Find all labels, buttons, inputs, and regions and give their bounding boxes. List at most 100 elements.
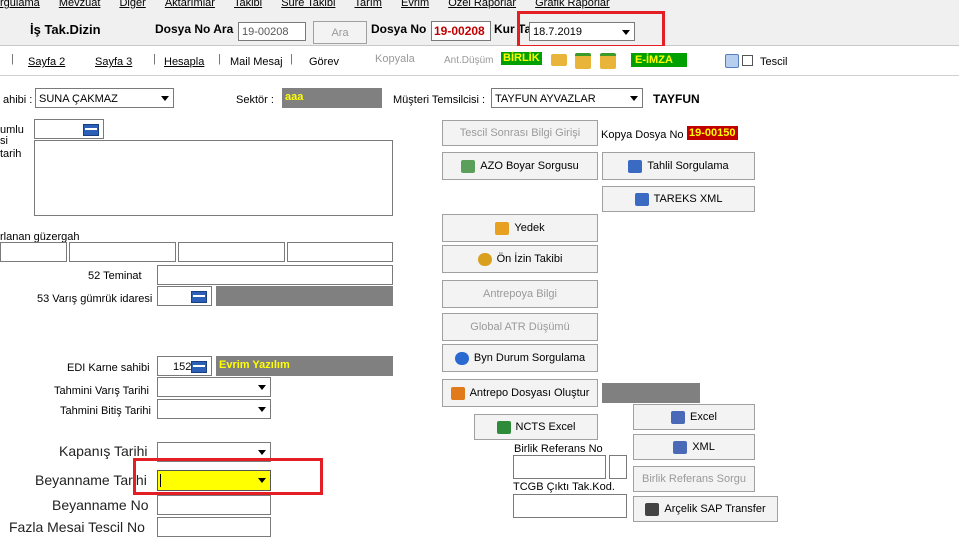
- tahlil-sorgulama-label: Tahlil Sorgulama: [647, 160, 729, 172]
- chevron-down-icon: [258, 385, 266, 390]
- menu-item[interactable]: Mevzuat: [59, 0, 101, 9]
- musteri-temsilcisi-select[interactable]: TAYFUN AYVAZLAR: [491, 88, 643, 108]
- folder-up-icon[interactable]: [575, 53, 591, 72]
- yedek-button[interactable]: Yedek: [442, 214, 598, 242]
- notes-textarea[interactable]: [34, 140, 393, 216]
- varis-gumruk-code-field[interactable]: [157, 286, 212, 306]
- tcgb-label: TCGB Çıktı Tak.Kod.: [513, 481, 615, 493]
- xml-button[interactable]: XML: [633, 434, 755, 460]
- excel-icon: [496, 420, 511, 434]
- byn-durum-sorgulama-button[interactable]: Byn Durum Sorgulama: [442, 344, 598, 372]
- separator: |: [218, 53, 221, 65]
- arcelik-sap-transfer-label: Arçelik SAP Transfer: [664, 503, 766, 515]
- tahlil-sorgulama-button[interactable]: Tahlil Sorgulama: [602, 152, 755, 180]
- tescil-checkbox[interactable]: [742, 55, 753, 66]
- lookup-icon[interactable]: [191, 291, 207, 303]
- byn-durum-sorgulama-label: Byn Durum Sorgulama: [473, 352, 586, 364]
- yedek-label: Yedek: [514, 222, 545, 234]
- chevron-down-icon: [258, 450, 266, 455]
- varis-gumruk-name-field: [216, 286, 393, 306]
- tarih-label: tarih: [0, 148, 22, 160]
- tab-sayfa3[interactable]: Sayfa 3: [95, 56, 132, 68]
- birlik-button[interactable]: BİRLİK: [501, 52, 542, 65]
- export-icon: [673, 440, 688, 454]
- sorumlu-date-field[interactable]: [34, 119, 104, 139]
- edi-karne-name: Evrim Yazılım: [216, 356, 393, 376]
- xml-label: XML: [692, 441, 715, 453]
- guzergah-field-2[interactable]: [69, 242, 176, 262]
- sektor-value: aaa: [282, 88, 382, 108]
- dosya-no-value[interactable]: 19-00208: [431, 21, 491, 41]
- global-atr-dusumu-button[interactable]: Global ATR Düşümü: [442, 313, 598, 341]
- calendar-icon[interactable]: [83, 124, 99, 136]
- chevron-down-icon: [258, 407, 266, 412]
- guzergah-field-4[interactable]: [287, 242, 393, 262]
- tahmini-varis-date-picker[interactable]: [157, 377, 271, 397]
- separator: |: [290, 53, 293, 65]
- teminat-field[interactable]: [157, 265, 393, 285]
- excel-button[interactable]: Excel: [633, 404, 755, 430]
- menu-item[interactable]: Özel Raporlar: [448, 0, 516, 9]
- birlik-referans-label: Birlik Referans No: [514, 443, 603, 455]
- tcgb-field[interactable]: [513, 494, 627, 518]
- beyanname-tarihi-label: Beyanname Tarihi: [35, 472, 147, 488]
- antrepo-dosyasi-olustur-button[interactable]: Antrepo Dosyası Oluştur: [442, 379, 598, 407]
- arcelik-sap-transfer-button[interactable]: Arçelik SAP Transfer: [633, 496, 778, 522]
- separator: |: [11, 53, 14, 65]
- menu-item[interactable]: Takibi: [234, 0, 262, 9]
- tahmini-bitis-date-picker[interactable]: [157, 399, 271, 419]
- edi-karne-code-field[interactable]: 152: [157, 356, 212, 376]
- menu-item[interactable]: Tarım: [354, 0, 382, 9]
- mail-mesaj-button[interactable]: Mail Mesaj: [230, 56, 283, 68]
- menu-item[interactable]: Aktarımlar: [165, 0, 215, 9]
- menu-item[interactable]: Süre Takibi: [281, 0, 335, 9]
- add-file-icon: [450, 386, 465, 400]
- birlik-referans-field[interactable]: [513, 455, 606, 479]
- tescil-sonrasi-button[interactable]: Tescil Sonrası Bilgi Girişi: [442, 120, 598, 146]
- menu-item[interactable]: Diğer: [119, 0, 145, 9]
- teminat-label: 52 Teminat: [88, 270, 142, 282]
- thumbs-up-icon: [477, 252, 492, 266]
- sahibi-select[interactable]: SUNA ÇAKMAZ: [35, 88, 174, 108]
- tareks-xml-button[interactable]: TAREKS XML: [602, 186, 755, 212]
- lookup-icon[interactable]: [191, 361, 207, 373]
- page-title: İş Tak.Dizin: [30, 22, 101, 37]
- guzergah-field-3[interactable]: [178, 242, 285, 262]
- antrepoya-bilgi-button[interactable]: Antrepoya Bilgi: [442, 280, 598, 308]
- gorev-button[interactable]: Görev: [309, 56, 339, 68]
- chevron-down-icon: [161, 96, 169, 101]
- beyanname-no-label: Beyanname No: [52, 497, 149, 513]
- azo-boyar-button[interactable]: AZO Boyar Sorgusu: [442, 152, 598, 180]
- tescil-checkbox-label: Tescil: [760, 56, 788, 68]
- folder-export-icon[interactable]: [600, 53, 616, 72]
- menu-item[interactable]: Evrim: [401, 0, 429, 9]
- folder-open-icon[interactable]: [551, 54, 567, 69]
- table-icon: [634, 192, 649, 206]
- ncts-excel-button[interactable]: NCTS Excel: [474, 414, 598, 440]
- preview-icon[interactable]: [725, 54, 739, 71]
- kopyala-button[interactable]: Kopyala: [375, 53, 415, 65]
- ant-dusum-button[interactable]: Ant.Düşüm: [444, 55, 493, 66]
- si-label: si: [0, 135, 8, 147]
- tahmini-bitis-label: Tahmini Bitiş Tarihi: [60, 405, 151, 417]
- beyanname-no-field[interactable]: [157, 495, 271, 515]
- tab-sayfa2[interactable]: Sayfa 2: [28, 56, 65, 68]
- sorumlu-label: umlu: [0, 124, 24, 136]
- guzergah-field-1[interactable]: [0, 242, 67, 262]
- dosya-ara-label: Dosya No Ara: [155, 22, 234, 36]
- edi-karne-label: EDI Karne sahibi: [67, 362, 150, 374]
- dosya-ara-input[interactable]: 19-00208: [238, 22, 306, 41]
- e-imza-button[interactable]: E-İMZA: [631, 53, 687, 67]
- on-izin-takibi-button[interactable]: Ön İzin Takibi: [442, 245, 598, 273]
- backup-icon: [495, 221, 510, 235]
- tareks-xml-label: TAREKS XML: [653, 193, 723, 205]
- hesapla-button[interactable]: Hesapla: [164, 56, 204, 68]
- birlik-referans-small-field[interactable]: [609, 455, 627, 479]
- sektor-label: Sektör :: [236, 94, 274, 106]
- menu-item[interactable]: Grafik Raporlar: [535, 0, 610, 9]
- ara-button[interactable]: Ara: [313, 21, 367, 44]
- fazla-mesai-field[interactable]: [157, 517, 271, 537]
- on-izin-takibi-label: Ön İzin Takibi: [496, 253, 563, 265]
- menu-item[interactable]: rgulama: [0, 0, 40, 9]
- birlik-referans-sorgu-button[interactable]: Birlik Referans Sorgu: [633, 466, 755, 492]
